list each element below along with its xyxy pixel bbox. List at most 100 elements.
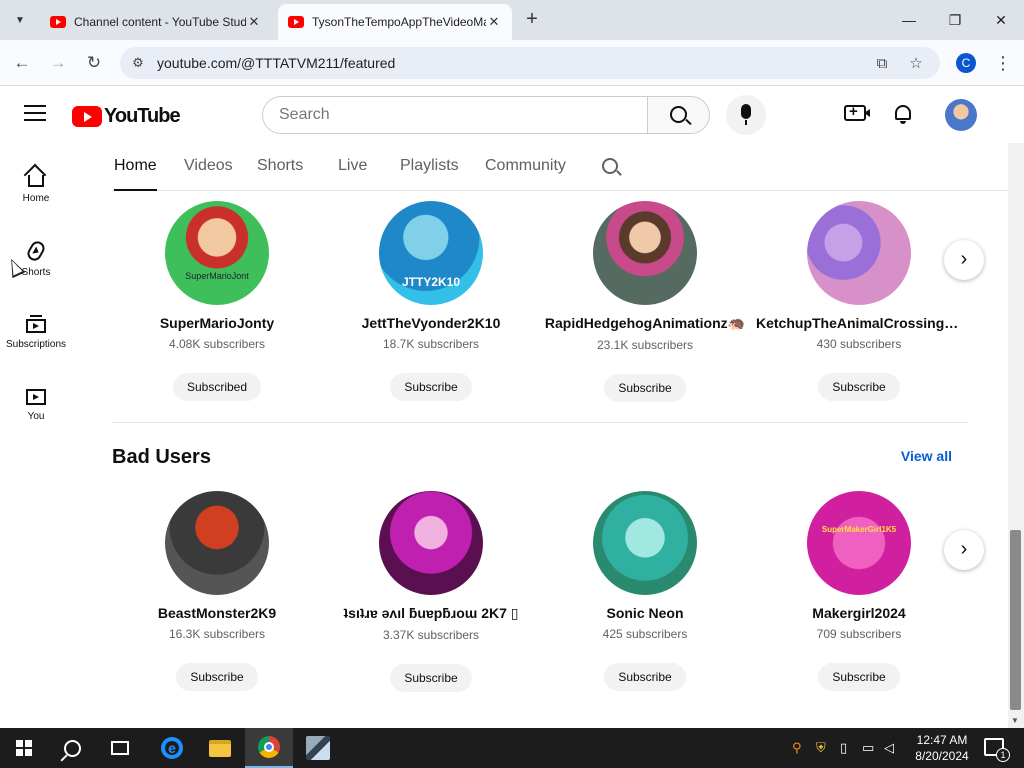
guide-item-subscriptions[interactable]: Subscriptions [0, 311, 72, 371]
subscriber-count: 16.3K subscribers [168, 627, 266, 641]
volume-muted-icon[interactable]: ◁ [884, 740, 894, 756]
home-icon [28, 175, 44, 187]
site-info-icon[interactable]: ⚙ [130, 55, 146, 71]
channel-name[interactable]: KetchupTheAnimalCrossingLu... [752, 315, 966, 331]
forward-arrow-icon[interactable]: → [45, 50, 71, 76]
restore-icon[interactable]: ❐ [932, 0, 978, 40]
reload-icon[interactable]: ↻ [81, 50, 107, 76]
network-icon[interactable]: ▭ [862, 740, 874, 756]
channel-avatar[interactable] [807, 201, 911, 305]
tab-live[interactable]: Live [338, 157, 367, 191]
channel-card[interactable]: KetchupTheAnimalCrossingLu... 430 subscr… [752, 201, 966, 401]
channel-avatar[interactable] [165, 491, 269, 595]
subscribe-button[interactable]: Subscribe [390, 664, 472, 692]
back-arrow-icon[interactable]: ← [9, 50, 35, 76]
channel-avatar[interactable]: SuperMakerGirl1K5 [807, 491, 911, 595]
scrollbar-thumb[interactable] [1010, 530, 1021, 710]
tab-close-icon[interactable]: ✕ [486, 14, 502, 30]
security-shield-icon[interactable]: ⛨ [816, 740, 826, 756]
channel-name[interactable]: ʇsıʇɹɐ ǝʌıl ƃuɐpƃɹoɯ 2K7 ▯ [324, 605, 538, 622]
youtube-logo[interactable]: YouTube [72, 105, 181, 127]
tab-title: TysonTheTempoAppTheVideoMaker - YouTube [312, 15, 486, 29]
view-all-link[interactable]: View all [901, 448, 952, 464]
bookmark-star-icon[interactable]: ☆ [906, 54, 926, 74]
subscribe-button[interactable]: Subscribe [176, 663, 258, 691]
youtube-favicon-icon [288, 16, 304, 28]
channel-avatar[interactable] [379, 491, 483, 595]
subscribe-button[interactable]: Subscribe [390, 373, 472, 401]
channel-card[interactable]: JTTY2K10 JettTheVyonder2K10 18.7K subscr… [324, 201, 538, 401]
scroll-down-arrow-icon[interactable]: ▼ [1011, 716, 1019, 725]
subscribe-button[interactable]: Subscribe [818, 663, 900, 691]
notifications-bell-icon[interactable] [894, 103, 912, 124]
pinned-app[interactable] [294, 728, 342, 768]
channel-card[interactable]: SuperMakerGirl1K5 Makergirl2024 709 subs… [752, 491, 966, 691]
channel-avatar[interactable] [593, 201, 697, 305]
channel-search-icon[interactable] [602, 158, 618, 174]
window-close-icon[interactable]: ✕ [978, 0, 1024, 40]
tab-close-icon[interactable]: ✕ [246, 14, 262, 30]
shelf-next-arrow-icon[interactable]: › [944, 530, 984, 570]
start-button[interactable] [0, 728, 48, 768]
guide-item-you[interactable]: You [0, 385, 72, 445]
task-view-button[interactable] [96, 728, 144, 768]
tab-shorts[interactable]: Shorts [257, 157, 303, 191]
channel-name[interactable]: RapidHedgehogAnimationz🦔 [538, 315, 752, 332]
subscriber-count: 18.7K subscribers [382, 337, 480, 351]
chrome-menu-icon[interactable]: ⋮ [994, 50, 1012, 76]
channel-name[interactable]: SuperMarioJonty [110, 315, 324, 331]
address-bar[interactable]: ⚙ youtube.com/@TTTATVM211/featured ⧉ ☆ [120, 47, 940, 79]
subscribed-button[interactable]: Subscribed [172, 373, 262, 401]
subscribe-button[interactable]: Subscribe [604, 663, 686, 691]
file-explorer-app[interactable] [196, 728, 244, 768]
channel-card[interactable]: Sonic Neon 425 subscribers Subscribe [538, 491, 752, 691]
subscriber-count: 425 subscribers [602, 627, 688, 641]
tab-home[interactable]: Home [114, 157, 157, 191]
channel-name[interactable]: JettTheVyonder2K10 [324, 315, 538, 331]
browser-tab-channel[interactable]: TysonTheTempoAppTheVideoMaker - YouTube … [278, 4, 512, 40]
url-text[interactable]: youtube.com/@TTTATVM211/featured [157, 55, 395, 71]
tab-community[interactable]: Community [485, 157, 566, 191]
install-app-icon[interactable]: ⧉ [872, 54, 892, 74]
browser-tab-strip: ▼ Channel content - YouTube Studio ✕ Tys… [0, 0, 1024, 40]
voice-search-button[interactable] [726, 95, 766, 135]
subscribe-button[interactable]: Subscribe [604, 374, 686, 402]
profile-avatar[interactable]: C [956, 53, 976, 73]
channel-card[interactable]: SuperMarioJont SuperMarioJonty 4.08K sub… [110, 201, 324, 401]
notification-count-badge: 1 [996, 748, 1010, 762]
channel-name[interactable]: Sonic Neon [538, 605, 752, 621]
channel-avatar[interactable]: JTTY2K10 [379, 201, 483, 305]
tab-search-dropdown-icon[interactable]: ▼ [8, 8, 32, 32]
chrome-app[interactable] [245, 728, 293, 768]
channel-avatar[interactable] [593, 491, 697, 595]
tray-search-icon[interactable]: ⚲ [792, 740, 802, 756]
search-button[interactable] [647, 96, 710, 134]
create-video-icon[interactable] [844, 103, 870, 121]
search-input[interactable] [263, 97, 647, 133]
channel-card[interactable]: ʇsıʇɹɐ ǝʌıl ƃuɐpƃɹoɯ 2K7 ▯ 3.37K subscri… [324, 491, 538, 692]
you-icon [26, 389, 46, 405]
hamburger-menu-icon[interactable] [24, 105, 46, 123]
channel-name[interactable]: BeastMonster2K9 [110, 605, 324, 621]
account-avatar[interactable] [945, 99, 977, 131]
tab-playlists[interactable]: Playlists [400, 157, 459, 191]
shelf-next-arrow-icon[interactable]: › [944, 240, 984, 280]
guide-item-home[interactable]: Home [0, 163, 72, 223]
minimize-icon[interactable]: — [886, 0, 932, 40]
tab-title: Channel content - YouTube Studio [74, 15, 246, 29]
system-clock[interactable]: 12:47 AM 8/20/2024 [906, 732, 978, 764]
subscriber-count: 23.1K subscribers [596, 338, 694, 352]
avatar-caption: SuperMarioJont [185, 271, 249, 281]
channel-card[interactable]: RapidHedgehogAnimationz🦔 23.1K subscribe… [538, 201, 752, 402]
channel-name[interactable]: Makergirl2024 [752, 605, 966, 621]
tab-videos[interactable]: Videos [184, 157, 233, 191]
new-tab-plus-icon[interactable]: + [520, 8, 544, 32]
internet-explorer-app[interactable]: e [148, 728, 196, 768]
browser-tab-studio[interactable]: Channel content - YouTube Studio ✕ [40, 4, 272, 40]
subscribe-button[interactable]: Subscribe [818, 373, 900, 401]
channel-card[interactable]: BeastMonster2K9 16.3K subscribers Subscr… [110, 491, 324, 691]
battery-icon[interactable]: ▯ [840, 740, 847, 756]
microphone-icon [741, 104, 751, 119]
channel-avatar[interactable]: SuperMarioJont [165, 201, 269, 305]
taskbar-search-button[interactable] [48, 728, 96, 768]
